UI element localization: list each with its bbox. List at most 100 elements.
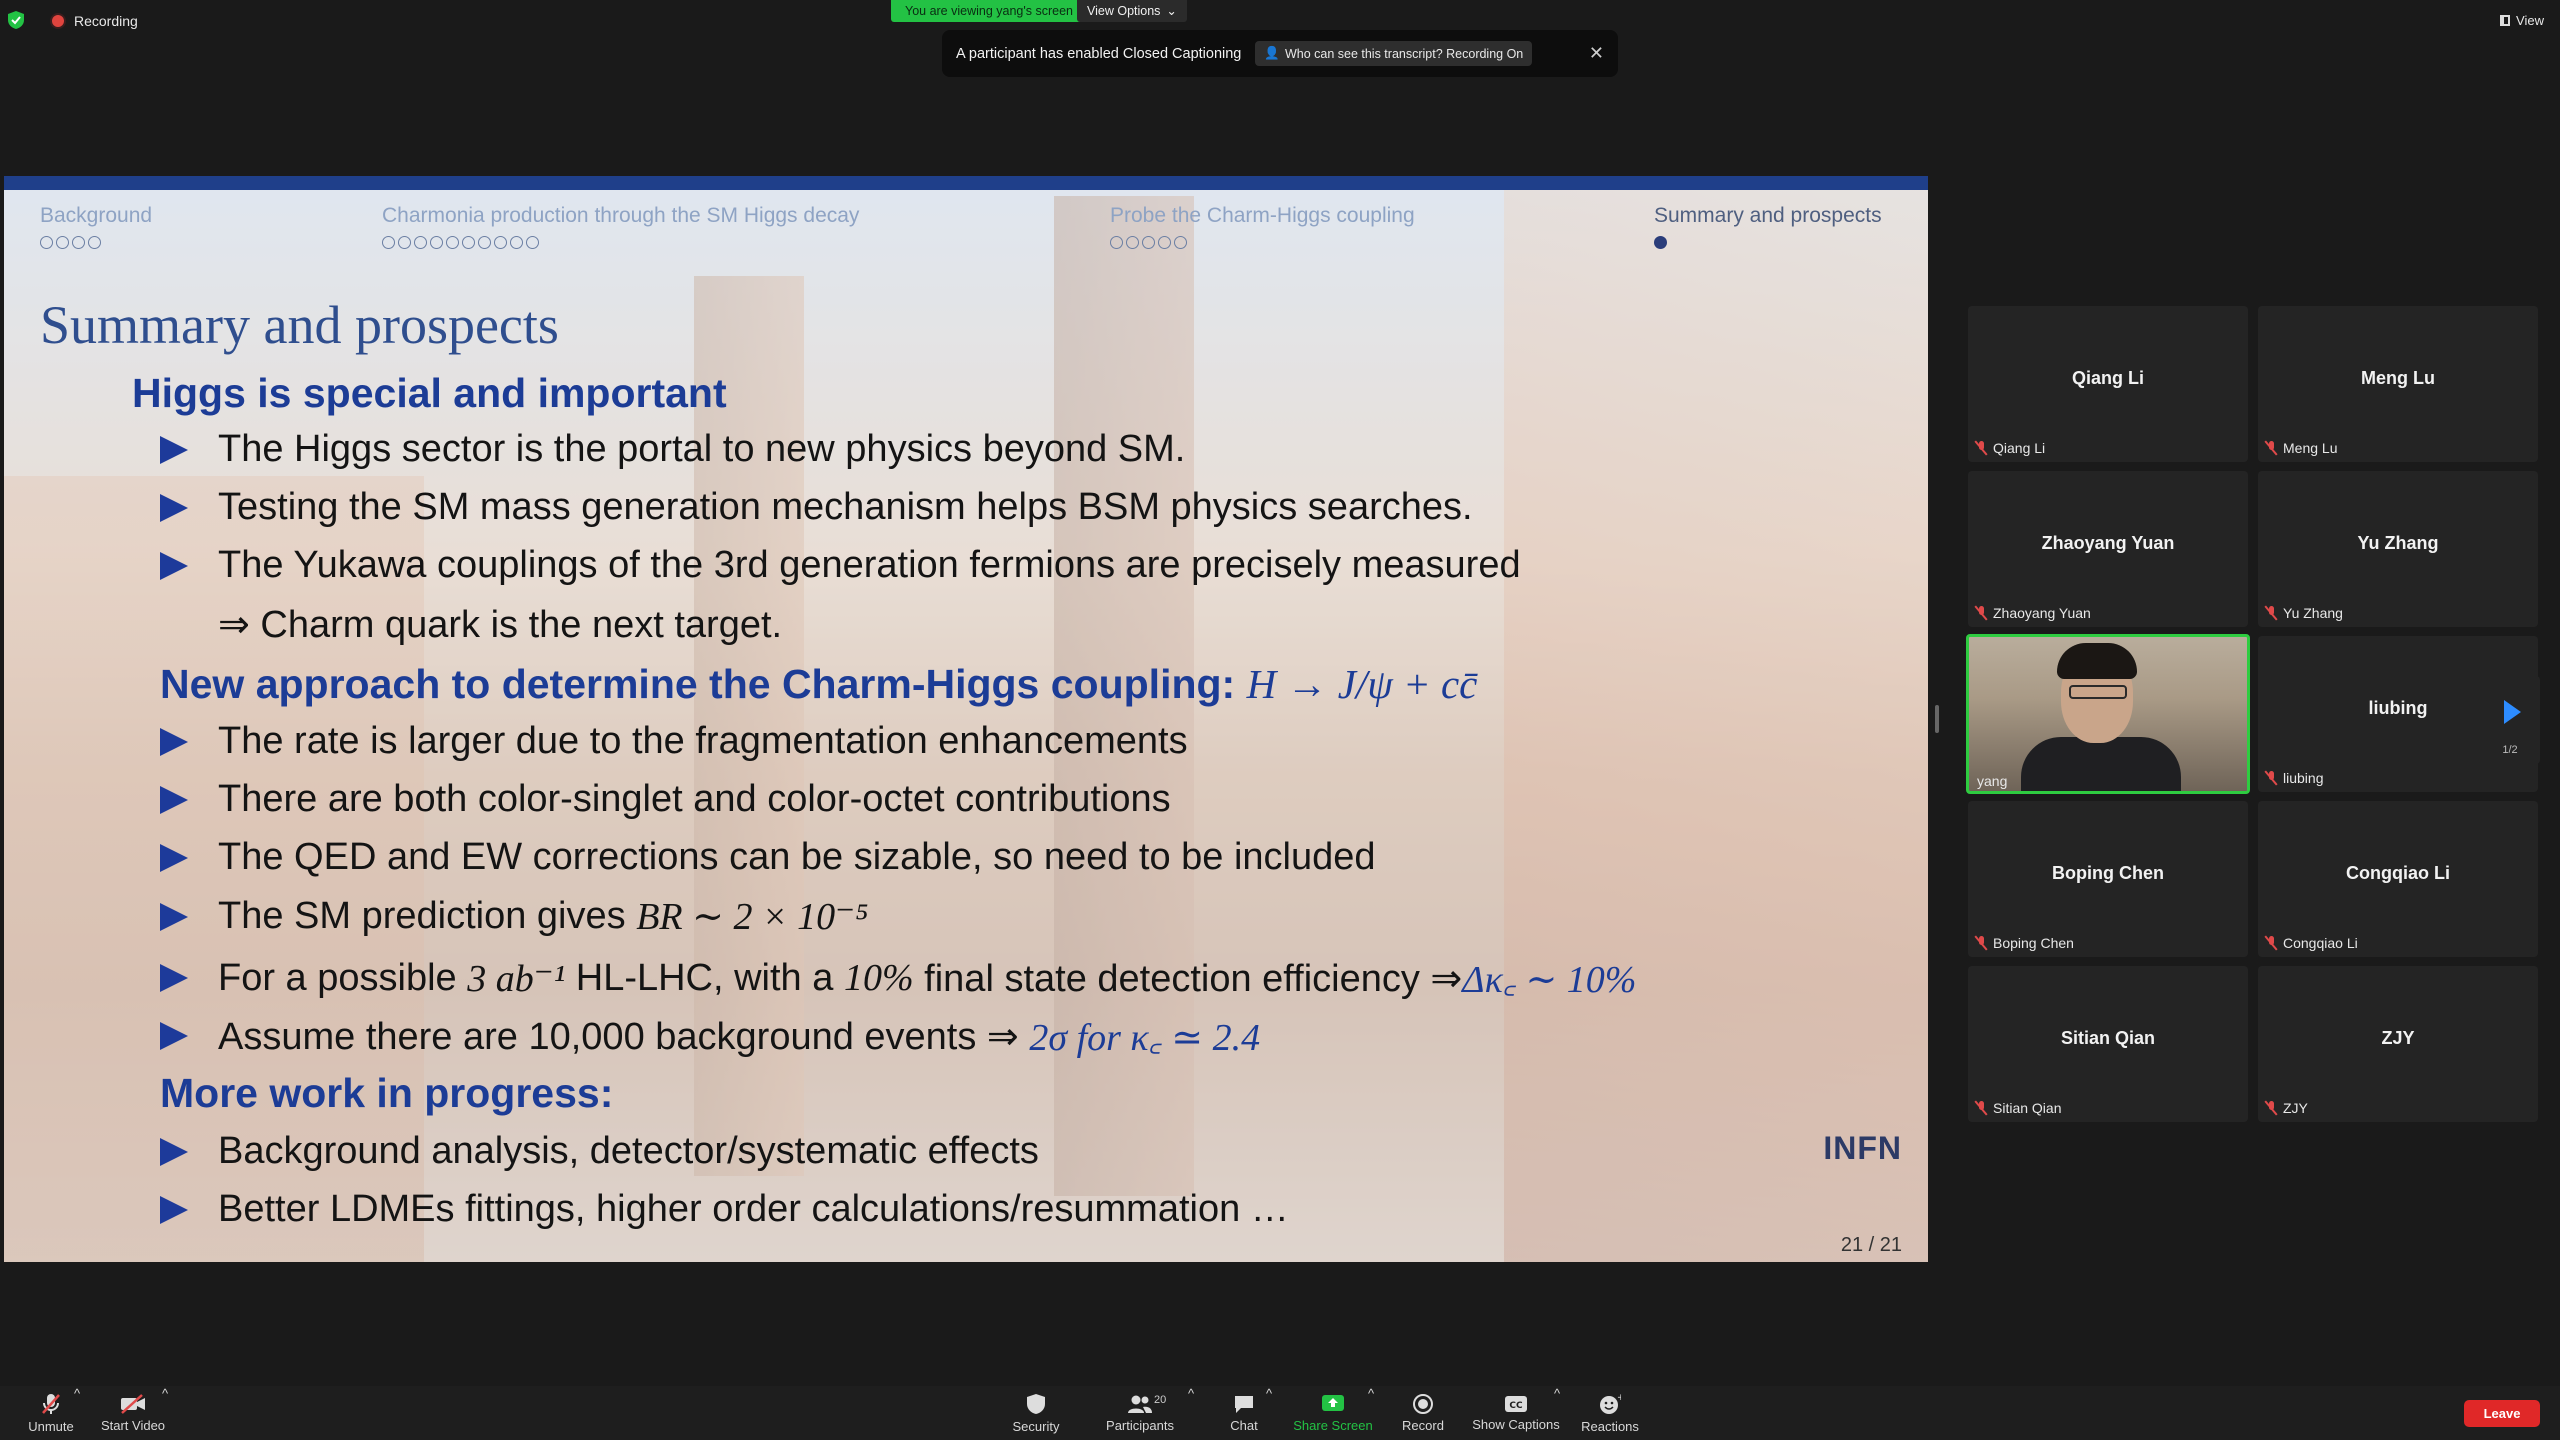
mic-muted-icon bbox=[42, 1393, 60, 1414]
participant-tile[interactable]: Congqiao Li Congqiao Li bbox=[2258, 801, 2538, 957]
record-button[interactable]: Record bbox=[1398, 1386, 1448, 1440]
shared-screen-slide: Background Charmonia production through … bbox=[4, 176, 1928, 1262]
unmute-label: Unmute bbox=[28, 1418, 74, 1434]
slide-math: Δκ꜀ ∼ 10% bbox=[1462, 959, 1637, 1001]
slide-nav-section: Summary and prospects bbox=[1654, 204, 1882, 249]
closed-captions-icon: CC bbox=[1505, 1395, 1527, 1412]
panel-resize-handle[interactable] bbox=[1935, 705, 1939, 733]
chevron-up-icon[interactable]: ^ bbox=[1188, 1386, 1194, 1401]
start-video-label: Start Video bbox=[100, 1417, 166, 1433]
show-captions-button[interactable]: CC Show Captions bbox=[1466, 1386, 1566, 1440]
start-video-button[interactable]: Start Video bbox=[98, 1386, 168, 1440]
slide-bullet: For a possible 3 ab⁻¹ HL-LHC, with a 10%… bbox=[160, 952, 1636, 1004]
mic-muted-icon bbox=[1976, 606, 1986, 620]
record-label: Record bbox=[1402, 1417, 1444, 1433]
share-screen-button[interactable]: Share Screen bbox=[1290, 1386, 1376, 1440]
mic-muted-icon bbox=[1976, 936, 1986, 950]
chevron-down-icon: ⌄ bbox=[1166, 4, 1177, 18]
close-icon[interactable]: ✕ bbox=[1589, 43, 1604, 64]
slide-bullet: Assume there are 10,000 background event… bbox=[160, 1010, 1260, 1062]
slide-math: 3 ab⁻¹ bbox=[467, 957, 566, 1000]
shield-icon bbox=[1027, 1393, 1045, 1414]
reactions-label: Reactions bbox=[1581, 1418, 1639, 1434]
participant-tile[interactable]: Yu Zhang Yu Zhang bbox=[2258, 471, 2538, 627]
slide-bullet: The Yukawa couplings of the 3rd generati… bbox=[160, 544, 1521, 587]
share-screen-icon bbox=[1322, 1394, 1344, 1411]
reactions-icon: + bbox=[1600, 1393, 1621, 1414]
bullet-triangle-icon bbox=[160, 435, 188, 464]
chevron-up-icon[interactable]: ^ bbox=[162, 1386, 168, 1401]
view-label: View bbox=[2516, 13, 2544, 28]
slide-nav-dots bbox=[40, 236, 152, 249]
mic-muted-icon bbox=[2266, 606, 2276, 620]
leave-button[interactable]: Leave bbox=[2464, 1400, 2540, 1427]
participant-name: Meng Lu bbox=[2361, 368, 2435, 388]
bullet-triangle-icon bbox=[160, 551, 188, 580]
gallery-page-indicator: 1/2 bbox=[2502, 744, 2518, 756]
bullet-triangle-icon bbox=[160, 843, 188, 872]
chevron-up-icon[interactable]: ^ bbox=[1266, 1386, 1272, 1401]
captioning-toast: A participant has enabled Closed Caption… bbox=[942, 30, 1618, 77]
chevron-up-icon[interactable]: ^ bbox=[74, 1386, 80, 1401]
slide-nav-label: Summary and prospects bbox=[1654, 204, 1882, 227]
participant-tile[interactable]: Zhaoyang Yuan Zhaoyang Yuan bbox=[1968, 471, 2248, 627]
meeting-toolbar: Unmute ^ Start Video ^ Security Particip… bbox=[0, 1386, 2560, 1440]
view-options-button[interactable]: View Options ⌄ bbox=[1077, 0, 1187, 22]
slide-math: 10% bbox=[843, 957, 914, 999]
mic-muted-icon bbox=[1976, 1101, 1986, 1115]
show-captions-label: Show Captions bbox=[1472, 1416, 1560, 1432]
slide-math: BR ∼ 2 × 10⁻⁵ bbox=[636, 896, 869, 938]
participant-label: yang bbox=[1977, 773, 2008, 789]
slide-bullet: The SM prediction gives BR ∼ 2 × 10⁻⁵ bbox=[160, 894, 868, 939]
chat-button[interactable]: Chat bbox=[1222, 1386, 1266, 1440]
slide-heading: Higgs is special and important bbox=[132, 370, 727, 416]
participant-name: ZJY bbox=[2381, 1028, 2415, 1048]
gallery-next-page-button[interactable]: 1/2 bbox=[2480, 676, 2540, 764]
chat-icon bbox=[1235, 1395, 1253, 1413]
participants-button[interactable]: Participants bbox=[1100, 1386, 1180, 1440]
slide-bullet: The rate is larger due to the fragmentat… bbox=[160, 720, 1188, 763]
video-off-icon bbox=[121, 1393, 145, 1414]
transcript-info-button[interactable]: 👤 Who can see this transcript? Recording… bbox=[1255, 41, 1533, 66]
chevron-up-icon[interactable]: ^ bbox=[1368, 1386, 1374, 1401]
chat-label: Chat bbox=[1230, 1417, 1258, 1433]
slide-title: Summary and prospects bbox=[40, 295, 559, 355]
participant-tile[interactable]: Qiang Li Qiang Li bbox=[1968, 306, 2248, 462]
slide-nav-section: Charmonia production through the SM Higg… bbox=[382, 204, 859, 249]
slide-bullet-continuation: ⇒ Charm quark is the next target. bbox=[218, 604, 783, 646]
security-button[interactable]: Security bbox=[1006, 1386, 1066, 1440]
slide-bullet: The QED and EW corrections can be sizabl… bbox=[160, 836, 1376, 879]
slide-nav-dots bbox=[1110, 236, 1415, 249]
participant-tile[interactable]: Meng Lu Meng Lu bbox=[2258, 306, 2538, 462]
svg-text:CC: CC bbox=[1509, 1401, 1523, 1411]
slide-nav-label: Charmonia production through the SM Higg… bbox=[382, 204, 860, 227]
slide-bullet: There are both color-singlet and color-o… bbox=[160, 778, 1171, 821]
reactions-button[interactable]: + Reactions bbox=[1578, 1386, 1642, 1440]
recording-indicator[interactable]: Recording bbox=[52, 13, 138, 29]
view-button[interactable]: View bbox=[2500, 13, 2544, 28]
zoom-window: Recording You are viewing yang's screen … bbox=[0, 0, 2560, 1440]
shield-icon[interactable] bbox=[8, 11, 24, 29]
participants-label: Participants bbox=[1106, 1417, 1174, 1433]
participants-count: 20 bbox=[1154, 1394, 1167, 1406]
participant-name: Yu Zhang bbox=[2357, 533, 2439, 553]
slide-nav-label: Probe the Charm-Higgs coupling bbox=[1110, 204, 1415, 227]
participant-video-tile-active-speaker[interactable]: yang bbox=[1966, 634, 2250, 794]
bullet-triangle-icon bbox=[160, 493, 188, 522]
participant-name: Congqiao Li bbox=[2346, 863, 2450, 883]
mic-muted-icon bbox=[2266, 936, 2276, 950]
people-icon: 👤 bbox=[1264, 46, 1280, 60]
mic-muted-icon bbox=[2266, 771, 2276, 785]
chevron-up-icon[interactable]: ^ bbox=[1554, 1386, 1560, 1401]
participant-tile[interactable]: Sitian Qian Sitian Qian bbox=[1968, 966, 2248, 1122]
participant-tile[interactable]: ZJY ZJY bbox=[2258, 966, 2538, 1122]
slide-nav-section: Background bbox=[40, 204, 152, 249]
slide-math: H → J/ψ + cc̄ bbox=[1246, 661, 1478, 707]
unmute-button[interactable]: Unmute bbox=[26, 1386, 76, 1440]
participant-tile[interactable]: Boping Chen Boping Chen bbox=[1968, 801, 2248, 957]
slide-nav-label: Background bbox=[40, 204, 153, 227]
svg-text:+: + bbox=[1617, 1393, 1621, 1403]
share-screen-label: Share Screen bbox=[1293, 1417, 1373, 1433]
slide-header-bar bbox=[4, 176, 1928, 190]
record-icon bbox=[1413, 1393, 1433, 1414]
